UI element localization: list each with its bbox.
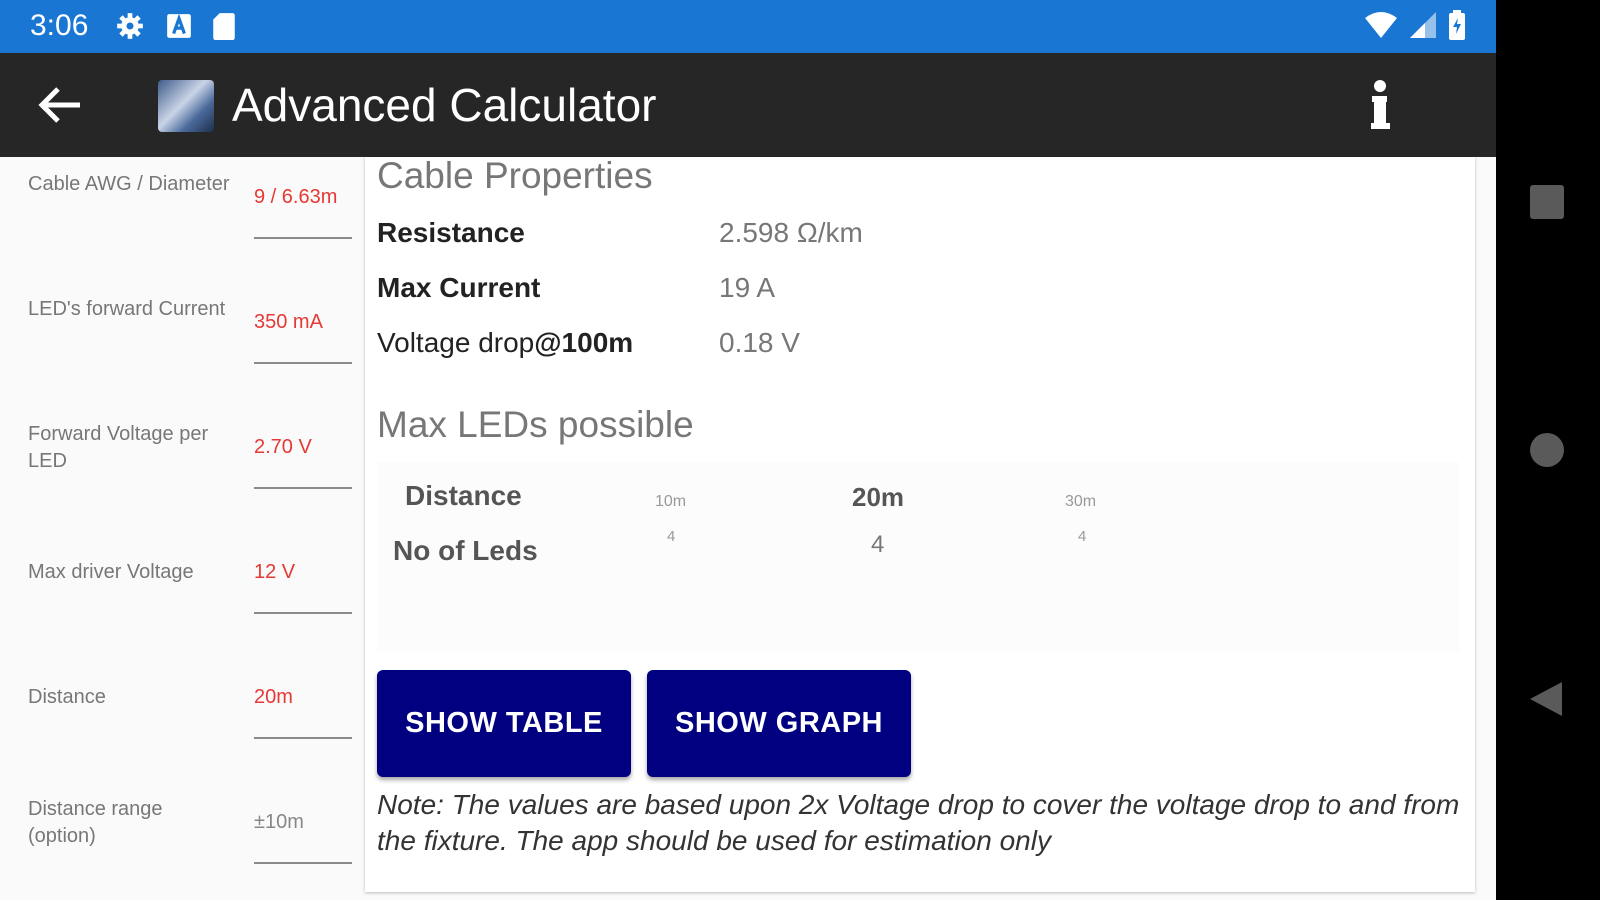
app-notification-icon <box>167 13 191 38</box>
voltage-drop-distance: @100m <box>534 327 634 358</box>
distance-cell-selected: 20m <box>852 482 905 512</box>
cable-properties-heading: Cable Properties <box>377 155 653 196</box>
input-label: Cable AWG / Diameter <box>28 173 230 195</box>
max-leds-table: Distance No of Leds 10m 4 20m 4 30m 4 <box>377 462 1459 652</box>
input-cable-awg[interactable]: Cable AWG / Diameter 9 / 6.63m <box>0 169 358 294</box>
input-value[interactable]: 20m <box>254 684 293 711</box>
app-title: Advanced Calculator <box>232 79 657 131</box>
leds-row-header: No of Leds <box>393 535 538 566</box>
max-current-value: 19 A <box>719 272 776 303</box>
results-card: Cable Properties Resistance 2.598 Ω/km M… <box>365 155 1475 892</box>
status-bar: 3:06 <box>0 0 1496 53</box>
input-forward-current[interactable]: LED's forward Current 350 mA <box>0 294 358 419</box>
input-value[interactable]: ±10m <box>254 809 304 836</box>
distance-cell: 30m <box>1065 493 1097 510</box>
show-table-button[interactable]: SHOW TABLE <box>377 670 631 777</box>
app-bar: Advanced Calculator <box>0 53 1496 157</box>
recents-button[interactable] <box>1530 185 1564 219</box>
show-graph-button[interactable]: SHOW GRAPH <box>647 670 911 777</box>
navigation-bar <box>1496 0 1600 900</box>
led-count-cell-selected: 4 <box>871 531 885 558</box>
input-underline <box>254 737 352 739</box>
input-distance-range[interactable]: Distance range (option) ±10m <box>0 794 358 900</box>
input-underline <box>254 487 352 489</box>
input-value[interactable]: 350 mA <box>254 309 323 336</box>
status-right-icons <box>1364 10 1466 40</box>
input-distance[interactable]: Distance 20m <box>0 669 358 794</box>
back-arrow-icon[interactable] <box>36 83 84 127</box>
distance-cell: 10m <box>655 493 687 510</box>
input-max-driver-voltage[interactable]: Max driver Voltage 12 V <box>0 544 358 669</box>
input-label: Distance range (option) <box>28 798 163 847</box>
input-underline <box>254 362 352 364</box>
back-button[interactable] <box>1528 680 1564 718</box>
estimation-note: Note: The values are based upon 2x Volta… <box>377 789 1460 856</box>
sd-card-icon <box>213 13 235 40</box>
resistance-value: 2.598 Ω/km <box>719 217 863 248</box>
voltage-drop-label: Voltage drop@100m <box>377 327 633 359</box>
input-underline <box>254 862 352 864</box>
voltage-drop-label-text: Voltage drop <box>377 327 535 358</box>
info-icon[interactable] <box>1360 79 1400 131</box>
input-underline <box>254 237 352 239</box>
led-count-cell: 4 <box>1078 528 1087 545</box>
input-underline <box>254 612 352 614</box>
input-value[interactable]: 2.70 V <box>254 434 312 461</box>
resistance-label: Resistance <box>377 217 525 248</box>
status-time: 3:06 <box>30 9 89 42</box>
app-screen: 3:06 Advanced Calculator Cable AWG / Dia… <box>0 0 1496 900</box>
input-value[interactable]: 9 / 6.63m <box>254 184 337 211</box>
battery-icon <box>1449 10 1465 40</box>
settings-icon <box>117 13 143 39</box>
input-label: Max driver Voltage <box>28 561 194 583</box>
max-current-label: Max Current <box>377 272 541 303</box>
input-forward-voltage[interactable]: Forward Voltage per LED 2.70 V <box>0 419 358 544</box>
input-label: Forward Voltage per LED <box>28 423 209 472</box>
distance-row-header: Distance <box>405 480 522 511</box>
led-count-cell: 4 <box>667 528 676 545</box>
max-leds-heading: Max LEDs possible <box>377 404 694 445</box>
input-panel: Cable AWG / Diameter 9 / 6.63m LED's for… <box>0 157 358 900</box>
input-value[interactable]: 12 V <box>254 559 295 586</box>
input-label: LED's forward Current <box>28 298 226 320</box>
wifi-icon <box>1365 12 1397 38</box>
app-logo <box>158 80 214 132</box>
voltage-drop-value: 0.18 V <box>719 327 800 358</box>
input-label: Distance <box>28 686 106 708</box>
signal-icon <box>1410 12 1436 38</box>
home-button[interactable] <box>1530 433 1564 467</box>
